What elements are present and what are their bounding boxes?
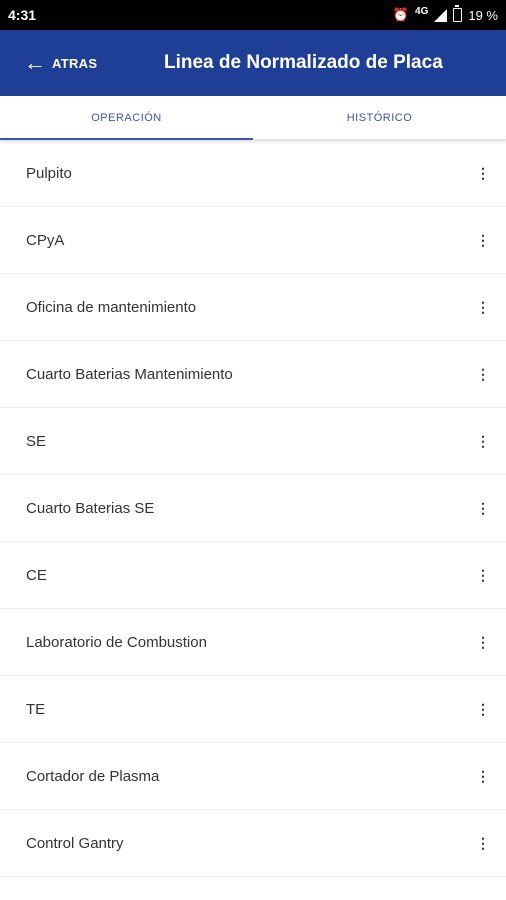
list-item-label: Cortador de Plasma [26, 767, 160, 785]
list-item[interactable]: Cortador de Plasma ⋮ [0, 743, 506, 810]
more-vert-icon[interactable]: ⋮ [476, 434, 490, 448]
list-item[interactable]: TE ⋮ [0, 676, 506, 743]
list-item-label: Oficina de mantenimiento [26, 298, 197, 316]
more-vert-icon[interactable]: ⋮ [476, 635, 490, 649]
list-item[interactable]: CPyA ⋮ [0, 207, 506, 274]
list-item[interactable]: Cuarto Baterias SE ⋮ [0, 475, 506, 542]
tab-historico[interactable]: HISTÓRICO [253, 96, 506, 139]
more-vert-icon[interactable]: ⋮ [476, 568, 490, 582]
list-item-label: Pulpito [26, 164, 72, 182]
list-item[interactable]: Pulpito ⋮ [0, 140, 506, 207]
more-vert-icon[interactable]: ⋮ [476, 233, 490, 247]
app-bar: ← ATRAS Linea de Normalizado de Placa [0, 30, 506, 96]
list-item-label: Control Gantry [26, 834, 124, 852]
status-icons: ⏰ 4G 19 % [392, 5, 498, 23]
list-item[interactable]: Control Gantry ⋮ [0, 810, 506, 877]
list-item[interactable]: Oficina de mantenimiento ⋮ [0, 274, 506, 341]
signal-icon [434, 8, 448, 22]
list-item-label: Cuarto Baterias SE [26, 499, 155, 517]
more-vert-icon[interactable]: ⋮ [476, 836, 490, 850]
more-vert-icon[interactable]: ⋮ [476, 769, 490, 783]
page-title: Linea de Normalizado de Placa [164, 52, 443, 73]
back-label: ATRAS [52, 55, 98, 71]
network-type: 4G [415, 5, 429, 17]
list-item-label: TE [26, 700, 46, 718]
list-item[interactable]: Laboratorio de Combustion ⋮ [0, 609, 506, 676]
alarm-icon: ⏰ [392, 7, 410, 22]
list-item[interactable]: Cuarto Baterias Mantenimiento ⋮ [0, 341, 506, 408]
battery-icon [453, 5, 463, 22]
list-item-label: Cuarto Baterias Mantenimiento [26, 365, 233, 383]
tab-operacion[interactable]: OPERACIÓN [0, 96, 253, 140]
back-button[interactable]: ← ATRAS [0, 52, 97, 74]
more-vert-icon[interactable]: ⋮ [476, 367, 490, 381]
list-item[interactable]: SE ⋮ [0, 408, 506, 475]
list-item-label: CPyA [26, 231, 65, 249]
more-vert-icon[interactable]: ⋮ [476, 702, 490, 716]
location-list: Pulpito ⋮ CPyA ⋮ Oficina de mantenimiento ⋮… [0, 140, 506, 877]
more-vert-icon[interactable]: ⋮ [476, 166, 490, 180]
list-item-label: Laboratorio de Combustion [26, 633, 207, 651]
arrow-left-icon: ← [24, 50, 46, 75]
status-time: 4:31 [8, 7, 37, 23]
list-item-label: SE [26, 432, 47, 450]
status-bar: 4:31 ⏰ 4G 19 % [0, 0, 506, 30]
more-vert-icon[interactable]: ⋮ [476, 300, 490, 314]
battery-level: 19 % [468, 7, 498, 23]
list-item-label: CE [26, 566, 47, 584]
tab-bar: OPERACIÓN HISTÓRICO [0, 96, 506, 140]
list-item[interactable]: CE ⋮ [0, 542, 506, 609]
more-vert-icon[interactable]: ⋮ [476, 501, 490, 515]
